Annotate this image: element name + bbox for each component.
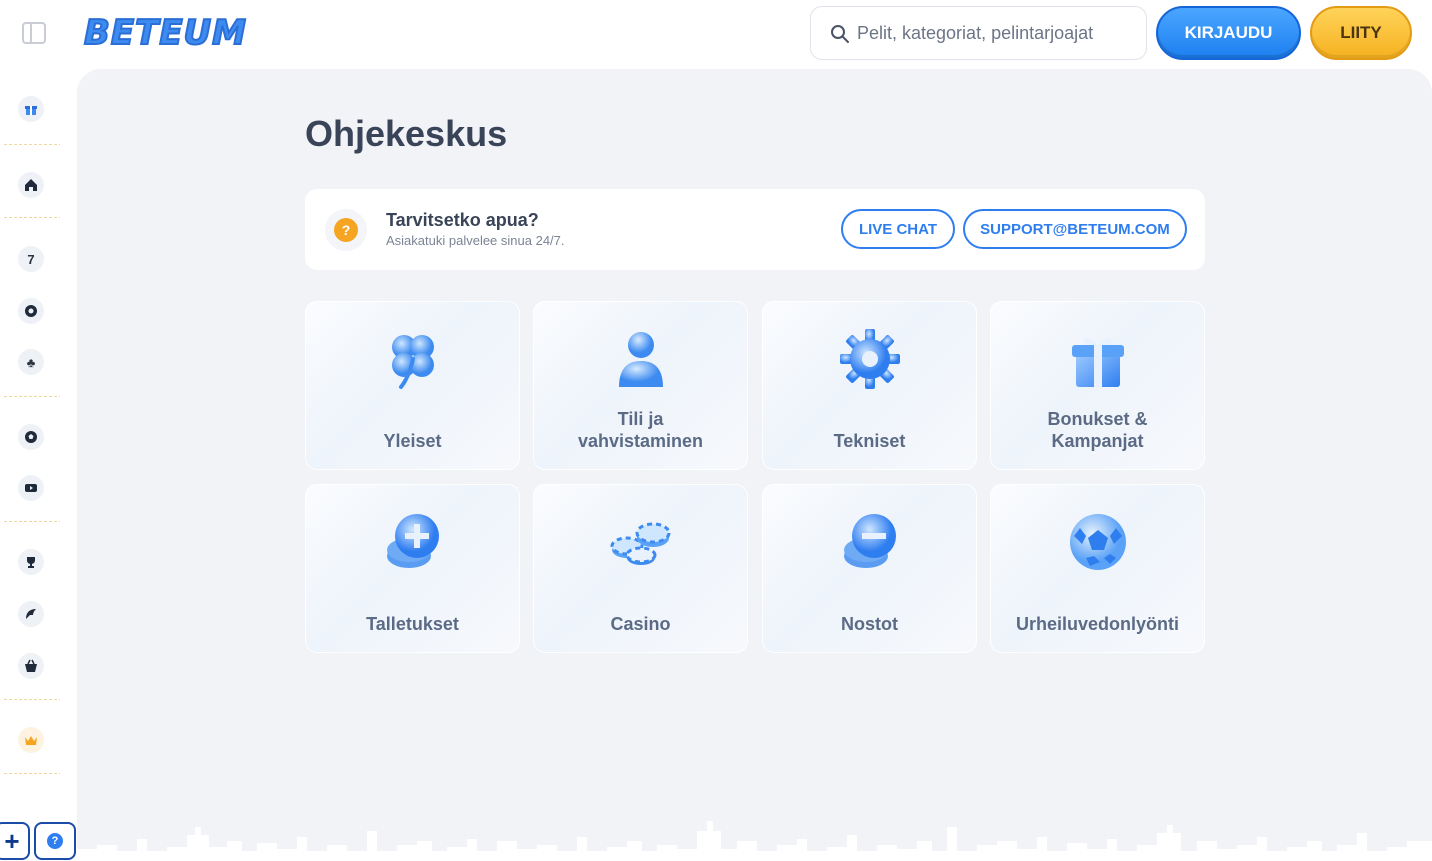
category-label-line2: vahvistaminen xyxy=(577,431,704,451)
main-content: Ohjekeskus ? Tarvitsetko apua? Asiakatuk… xyxy=(77,69,1432,861)
add-button[interactable]: + xyxy=(0,822,30,860)
search-input[interactable] xyxy=(857,17,1137,49)
trophy-icon[interactable] xyxy=(18,549,44,575)
home-icon[interactable] xyxy=(18,172,44,198)
soccer-ball-icon[interactable] xyxy=(18,424,44,450)
category-card-yleiset[interactable]: Yleiset xyxy=(305,301,520,470)
help-banner: ? Tarvitsetko apua? Asiakatuki palvelee … xyxy=(305,189,1205,270)
category-label: Urheiluvedonlyönti xyxy=(1015,614,1179,634)
youtube-icon[interactable] xyxy=(18,475,44,501)
category-label: Yleiset xyxy=(383,431,442,451)
category-label: Casino xyxy=(610,614,671,634)
live-chat-button[interactable]: LIVE CHAT xyxy=(841,209,955,249)
category-card-sports-betting[interactable]: Urheiluvedonlyönti xyxy=(990,484,1205,653)
join-button[interactable]: LIITY xyxy=(1310,6,1412,60)
sidebar: 7 ♣ xyxy=(0,68,76,861)
category-label-line2: Kampanjat xyxy=(1051,431,1144,451)
gear-icon xyxy=(840,329,900,389)
category-label-line1: Bonukset & xyxy=(1047,409,1148,429)
roulette-icon[interactable] xyxy=(18,298,44,324)
slot-seven-icon[interactable]: 7 xyxy=(18,246,44,272)
help-icon: ? xyxy=(47,833,63,849)
category-card-casino[interactable]: Casino xyxy=(533,484,748,653)
help-icon-wrapper: ? xyxy=(325,209,367,251)
shop-basket-icon[interactable] xyxy=(18,653,44,679)
search-icon xyxy=(831,25,849,43)
crown-icon[interactable] xyxy=(18,727,44,753)
clover-icon xyxy=(392,335,434,389)
category-card-tekniset[interactable]: Tekniset xyxy=(762,301,977,470)
category-card-bonuses[interactable]: Bonukset & Kampanjat xyxy=(990,301,1205,470)
help-subtitle: Asiakatuki palvelee sinua 24/7. xyxy=(386,233,565,248)
category-label: Nostot xyxy=(841,614,898,634)
casino-chips-icon xyxy=(610,522,671,565)
deposit-coin-icon xyxy=(387,514,439,568)
esports-icon[interactable] xyxy=(18,601,44,627)
category-label: Talletukset xyxy=(366,614,459,634)
category-card-withdrawals[interactable]: Nostot xyxy=(762,484,977,653)
login-button[interactable]: KIRJAUDU xyxy=(1156,6,1301,60)
help-button[interactable]: ? xyxy=(34,822,76,860)
logo[interactable]: BETEUM xyxy=(83,13,292,53)
user-icon xyxy=(619,332,663,387)
search-box[interactable] xyxy=(810,6,1147,60)
clover-icon[interactable]: ♣ xyxy=(18,349,44,375)
category-label-line1: Tili ja xyxy=(617,409,664,429)
withdraw-coin-icon xyxy=(844,514,896,568)
help-title: Tarvitsetko apua? xyxy=(386,210,539,230)
category-label: Tekniset xyxy=(833,431,906,451)
page-title: Ohjekeskus xyxy=(305,113,508,154)
header: BETEUM KIRJAUDU LIITY xyxy=(0,0,1432,68)
sidebar-toggle-icon[interactable] xyxy=(22,22,46,44)
category-card-account[interactable]: Tili ja vahvistaminen xyxy=(533,301,748,470)
support-email-button[interactable]: SUPPORT@BETEUM.COM xyxy=(963,209,1187,249)
skyline-decoration xyxy=(77,821,1432,861)
category-card-deposits[interactable]: Talletukset xyxy=(305,484,520,653)
question-icon: ? xyxy=(334,218,358,242)
gift-icon[interactable] xyxy=(18,96,44,122)
gift-icon xyxy=(1072,338,1124,387)
soccer-ball-icon xyxy=(1070,514,1126,570)
